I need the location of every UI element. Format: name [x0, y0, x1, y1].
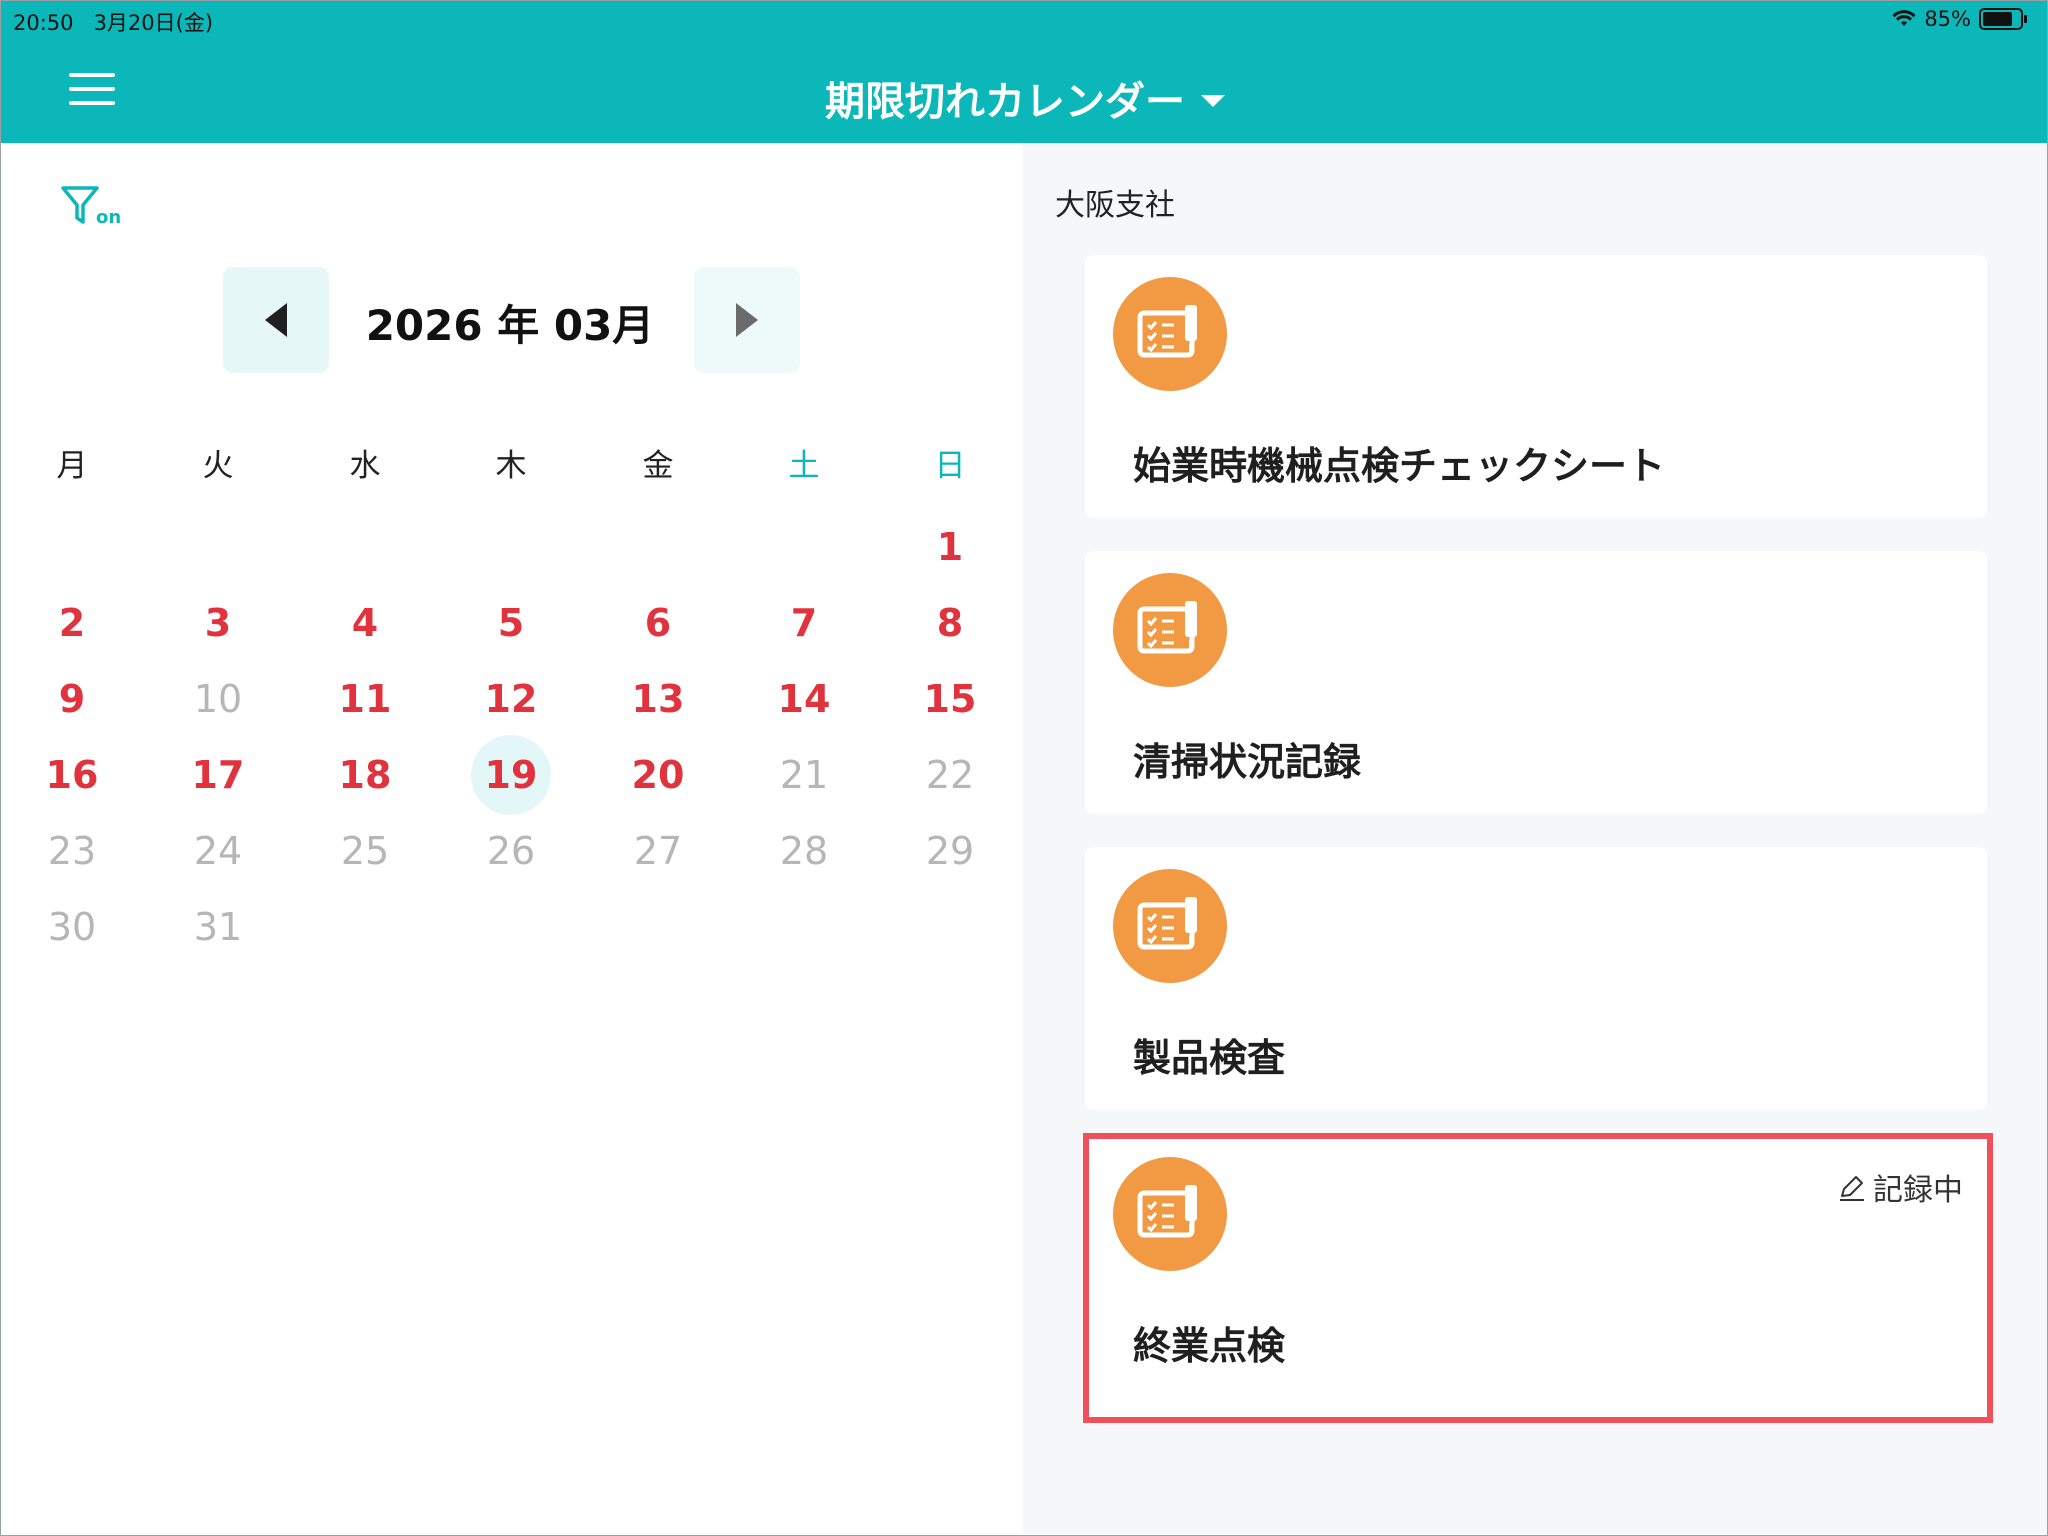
location-label: 大阪支社	[1055, 188, 1175, 223]
weekday-header: 水	[349, 448, 381, 484]
top-bar: 20:50 3月20日(金) 85% 期限切れカレンダー	[1, 1, 2047, 143]
filter-state-label: on	[96, 207, 122, 228]
calendar-day[interactable]: 22	[910, 735, 990, 815]
calendar-day[interactable]: 29	[910, 811, 990, 891]
checklist-icon	[1113, 869, 1227, 983]
calendar-day[interactable]: 11	[325, 659, 405, 739]
calendar-day[interactable]: 30	[32, 887, 112, 967]
checklist-icon	[1113, 573, 1227, 687]
task-card[interactable]: 製品検査	[1085, 847, 1987, 1110]
calendar-day[interactable]: 8	[910, 583, 990, 663]
pencil-icon	[1840, 1176, 1864, 1201]
calendar-day[interactable]: 25	[325, 811, 405, 891]
calendar-day[interactable]: 4	[325, 583, 405, 663]
task-title: 終業点検	[1133, 1324, 1286, 1368]
calendar-day[interactable]: 7	[764, 583, 844, 663]
calendar-day[interactable]: 14	[764, 659, 844, 739]
calendar-day[interactable]: 2	[32, 583, 112, 663]
calendar-day[interactable]: 23	[32, 811, 112, 891]
calendar-day[interactable]: 13	[618, 659, 698, 739]
next-month-button[interactable]	[694, 267, 800, 373]
calendar-day[interactable]: 5	[471, 583, 551, 663]
previous-month-button[interactable]	[223, 267, 329, 373]
task-card[interactable]: 始業時機械点検チェックシート	[1085, 255, 1987, 518]
calendar-day[interactable]: 1	[910, 507, 990, 587]
calendar-day[interactable]: 16	[32, 735, 112, 815]
calendar-day[interactable]: 10	[178, 659, 258, 739]
task-title: 製品検査	[1133, 1036, 1286, 1080]
calendar-day[interactable]: 6	[618, 583, 698, 663]
month-label: 2026 年 03月	[365, 301, 655, 350]
status-badge: 記録中	[1837, 1165, 1963, 1209]
checklist-icon	[1113, 1157, 1227, 1271]
task-title: 清掃状況記録	[1133, 740, 1362, 784]
calendar-day[interactable]: 9	[32, 659, 112, 739]
calendar-day[interactable]: 3	[178, 583, 258, 663]
chevron-right-icon	[736, 303, 758, 337]
filter-icon	[61, 186, 99, 224]
weekday-header: 土	[788, 448, 820, 484]
calendar-day[interactable]: 24	[178, 811, 258, 891]
weekday-header: 日	[934, 448, 966, 484]
chevron-left-icon	[265, 303, 287, 337]
wifi-icon	[1892, 10, 1916, 26]
caret-down-icon	[1201, 95, 1225, 107]
calendar-day[interactable]: 12	[471, 659, 551, 739]
calendar-day[interactable]: 21	[764, 735, 844, 815]
weekday-header: 月	[56, 448, 88, 484]
calendar-day[interactable]: 26	[471, 811, 551, 891]
status-indicators: 85%	[1892, 7, 2027, 31]
status-label: 記録中	[1873, 1173, 1963, 1208]
calendar-day[interactable]: 17	[178, 735, 258, 815]
checklist-icon	[1113, 277, 1227, 391]
calendar-day[interactable]: 20	[618, 735, 698, 815]
calendar-day[interactable]: 31	[178, 887, 258, 967]
battery-icon	[1979, 8, 2027, 30]
status-time: 20:50 3月20日(金)	[13, 11, 214, 35]
weekday-header: 木	[495, 448, 527, 484]
weekday-header: 金	[642, 448, 674, 484]
page-title: 期限切れカレンダー	[825, 79, 1185, 125]
task-title: 始業時機械点検チェックシート	[1133, 444, 1666, 488]
battery-percent: 85%	[1924, 7, 1971, 31]
task-card[interactable]: 清掃状況記録	[1085, 551, 1987, 814]
calendar-day[interactable]: 27	[618, 811, 698, 891]
calendar-day[interactable]: 19	[471, 735, 551, 815]
calendar-day[interactable]: 15	[910, 659, 990, 739]
calendar-type-dropdown[interactable]: 期限切れカレンダー	[825, 69, 1225, 127]
task-card-in-progress[interactable]: 記録中 終業点検	[1083, 1133, 1993, 1423]
calendar-day[interactable]: 18	[325, 735, 405, 815]
filter-button[interactable]: on	[60, 185, 130, 235]
weekday-header: 火	[202, 448, 234, 484]
calendar-day[interactable]: 28	[764, 811, 844, 891]
